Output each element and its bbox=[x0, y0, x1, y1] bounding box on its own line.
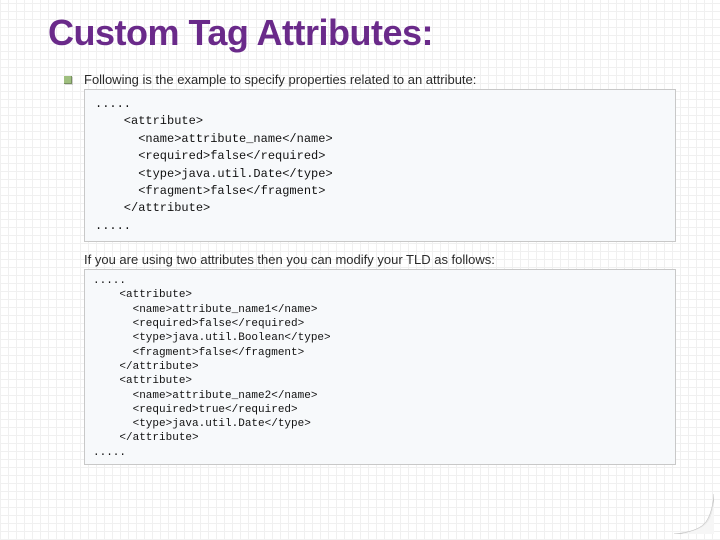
intro-text-1: Following is the example to specify prop… bbox=[84, 72, 678, 87]
page-curl-icon bbox=[674, 494, 714, 534]
intro-text-2: If you are using two attributes then you… bbox=[84, 252, 678, 267]
code-block-2: ..... <attribute> <name>attribute_name1<… bbox=[84, 269, 676, 465]
slide-content: Custom Tag Attributes: Following is the … bbox=[0, 0, 720, 465]
code-block-1: ..... <attribute> <name>attribute_name</… bbox=[84, 89, 676, 242]
intro-text-1-content: Following is the example to specify prop… bbox=[84, 72, 476, 87]
bullet-icon bbox=[64, 76, 72, 84]
slide-title: Custom Tag Attributes: bbox=[48, 12, 678, 54]
